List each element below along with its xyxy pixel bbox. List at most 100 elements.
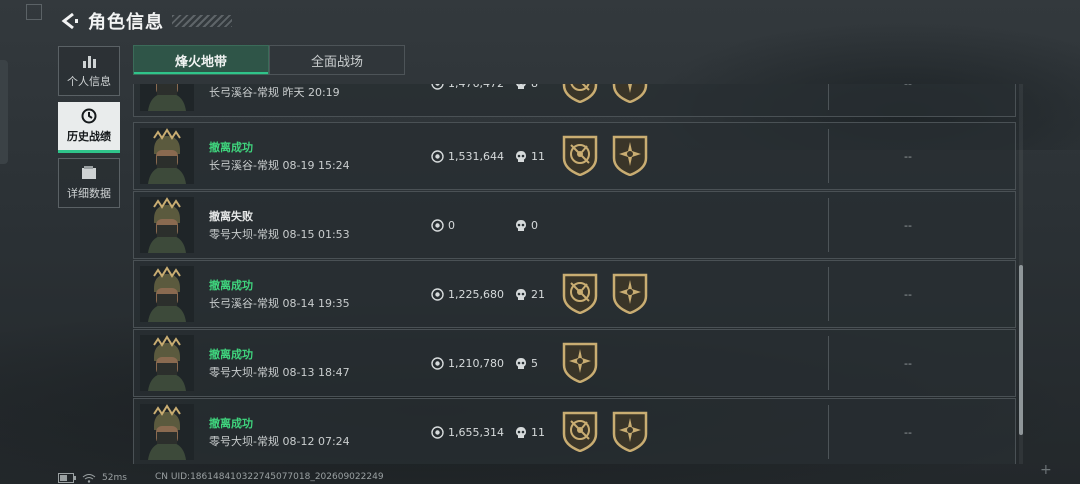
asset-value-text: 1,476,472: [448, 84, 504, 90]
map-name: 长弓溪谷-常规: [209, 86, 279, 99]
clock-icon: [81, 108, 97, 123]
status-bar: 52ms: [58, 472, 127, 484]
map-name: 零号大坝-常规: [209, 228, 279, 241]
asset-value: 1,655,314: [431, 426, 504, 439]
map-name: 零号大坝-常规: [209, 366, 279, 379]
side-handle[interactable]: [0, 60, 8, 164]
bar-chart-icon: [83, 56, 96, 68]
extra-info: --: [904, 357, 912, 370]
match-history-list[interactable]: 长弓溪谷-常规 昨天 20:191,476,4728--撤离成功长弓溪谷-常规 …: [133, 84, 1016, 464]
match-info: 长弓溪谷-常规 08-19 15:24: [209, 157, 350, 173]
asset-value: 1,210,780: [431, 357, 504, 370]
currency-icon: [431, 219, 444, 232]
nav-detailed-data[interactable]: 详细数据: [58, 158, 120, 208]
currency-icon: [431, 357, 444, 370]
extraction-result: 撤离成功: [209, 141, 253, 154]
map-name: 零号大坝-常规: [209, 435, 279, 448]
compass-medal-icon: [562, 273, 598, 314]
extraction-result: 撤离失败: [209, 210, 253, 223]
asset-value: 1,225,680: [431, 288, 504, 301]
match-row[interactable]: 撤离成功 长弓溪谷-常规 08-19 15:24 1,531,644 11 --: [133, 122, 1016, 190]
operator-avatar: [140, 266, 194, 322]
match-row[interactable]: 撤离成功 零号大坝-常规 08-13 18:47 1,210,780 5 --: [133, 329, 1016, 397]
kill-count: 21: [515, 288, 545, 301]
column-divider: [828, 336, 829, 390]
battery-icon: [58, 473, 76, 483]
page-title: 角色信息: [88, 12, 164, 33]
column-divider: [828, 129, 829, 183]
match-info: 长弓溪谷-常规 昨天 20:19: [209, 84, 340, 100]
match-info: 零号大坝-常规 08-12 07:24: [209, 433, 350, 449]
title-decoration: [172, 15, 232, 27]
star-medal-icon: [612, 84, 648, 103]
medal-list: [560, 134, 660, 176]
match-row[interactable]: 长弓溪谷-常规 昨天 20:19 1,476,472 8 --: [133, 84, 1016, 117]
skull-icon: [516, 358, 526, 369]
star-medal-icon: [612, 273, 648, 314]
skull-icon: [516, 151, 526, 162]
uid-text: CN UID:1861484103227450770​18_2026090222…: [155, 472, 384, 482]
side-navigation: 个人信息 历史战绩 详细数据: [58, 46, 120, 214]
column-divider: [828, 198, 829, 252]
compass-medal-icon: [562, 411, 598, 452]
operator-avatar: [140, 197, 194, 253]
back-arrow-icon[interactable]: [58, 10, 80, 32]
tab-quanmian[interactable]: 全面战场: [269, 45, 405, 75]
kill-count: 11: [515, 150, 545, 163]
compass-medal-icon: [562, 84, 598, 103]
skull-icon: [516, 427, 526, 438]
asset-value: 1,476,472: [431, 84, 504, 90]
medal-list: [560, 341, 610, 383]
tab-fenghuo[interactable]: 烽火地带: [133, 45, 269, 75]
extra-info: --: [904, 426, 912, 439]
asset-value-text: 1,225,680: [448, 288, 504, 301]
operator-avatar: [140, 404, 194, 460]
operator-avatar: [140, 335, 194, 391]
match-time: 08-13 18:47: [282, 366, 350, 379]
match-time: 08-12 07:24: [282, 435, 350, 448]
extra-info: --: [904, 84, 912, 90]
match-time: 昨天 20:19: [282, 86, 340, 99]
currency-icon: [431, 288, 444, 301]
currency-icon: [431, 84, 444, 90]
nav-label: 详细数据: [67, 187, 111, 200]
extraction-result: 撤离成功: [209, 417, 253, 430]
asset-value-text: 0: [448, 219, 455, 232]
extra-info: --: [904, 219, 912, 232]
folder-icon: [82, 166, 96, 179]
kill-count-text: 11: [531, 150, 545, 163]
asset-value-text: 1,655,314: [448, 426, 504, 439]
kill-count-text: 5: [531, 357, 538, 370]
star-medal-icon: [612, 135, 648, 176]
nav-label: 历史战绩: [67, 129, 111, 143]
skull-icon: [516, 289, 526, 300]
extra-info: --: [904, 288, 912, 301]
medal-list: [560, 272, 660, 314]
column-divider: [828, 405, 829, 459]
asset-value-text: 1,210,780: [448, 357, 504, 370]
nav-personal-info[interactable]: 个人信息: [58, 46, 120, 96]
mode-tabs: 烽火地带 全面战场: [133, 45, 405, 75]
column-divider: [828, 84, 829, 110]
star-medal-icon: [612, 411, 648, 452]
kill-count-text: 0: [531, 219, 538, 232]
match-time: 08-14 19:35: [282, 297, 350, 310]
plus-icon[interactable]: +: [1040, 462, 1052, 478]
match-info: 长弓溪谷-常规 08-14 19:35: [209, 295, 350, 311]
scrollbar-thumb[interactable]: [1019, 265, 1023, 435]
nav-match-history[interactable]: 历史战绩: [58, 102, 120, 153]
star-medal-icon: [562, 342, 598, 383]
match-row[interactable]: 撤离成功 长弓溪谷-常规 08-14 19:35 1,225,680 21 --: [133, 260, 1016, 328]
match-time: 08-15 01:53: [282, 228, 350, 241]
currency-icon: [431, 426, 444, 439]
kill-count: 11: [515, 426, 545, 439]
medal-list: [560, 410, 660, 452]
kill-count: 5: [515, 357, 538, 370]
match-row[interactable]: 撤离成功零号大坝-常规 08-12 07:24 1,655,314 11 --: [133, 398, 1016, 464]
extra-info: --: [904, 150, 912, 163]
kill-count: 0: [515, 219, 538, 232]
currency-icon: [431, 150, 444, 163]
ping-value: 52ms: [102, 473, 127, 483]
match-row[interactable]: 撤离失败零号大坝-常规 08-15 01:53 0 0 --: [133, 191, 1016, 259]
corner-frame: [26, 4, 42, 20]
